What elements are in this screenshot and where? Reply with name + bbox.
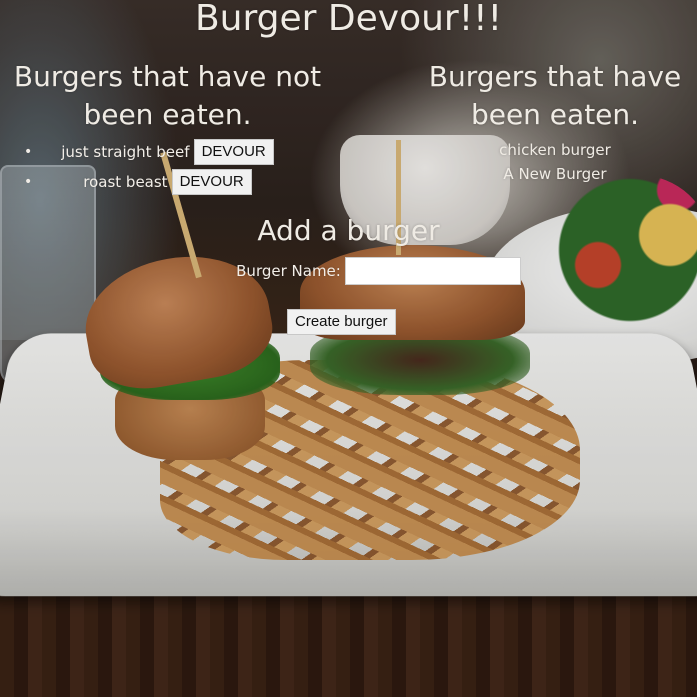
uneaten-heading: Burgers that have not been eaten.: [13, 60, 322, 131]
eaten-heading: Burgers that have been eaten.: [428, 60, 682, 131]
list-item: chicken burger: [499, 141, 611, 159]
burger-name-row: Burger Name:: [0, 257, 697, 285]
create-burger-button[interactable]: Create burger: [287, 309, 396, 335]
burger-name-input[interactable]: [344, 257, 521, 285]
bullet-icon: •: [24, 144, 33, 160]
burger-name: roast beast: [83, 173, 168, 191]
eaten-list: chicken burger A New Burger: [410, 138, 697, 186]
app-title: Burger Devour!!!: [194, 0, 503, 39]
uneaten-section: Burgers that have not been eaten. • just…: [0, 58, 335, 195]
uneaten-list: • just straight beef DEVOUR • roast beas…: [0, 138, 335, 198]
devour-button[interactable]: DEVOUR: [171, 169, 252, 195]
devour-button[interactable]: DEVOUR: [193, 139, 274, 165]
add-burger-heading: Add a burger: [257, 214, 440, 247]
burger-name: just straight beef: [61, 143, 190, 161]
add-burger-form: Add a burger Burger Name: Create burger: [0, 213, 697, 335]
list-item: A New Burger: [503, 165, 607, 183]
bullet-icon: •: [24, 174, 33, 190]
app-root: Burger Devour!!! Burgers that have not b…: [0, 0, 697, 697]
list-item: • roast beast DEVOUR: [0, 168, 335, 196]
burger-name-label: Burger Name:: [236, 262, 341, 280]
eaten-section: Burgers that have been eaten. chicken bu…: [410, 58, 697, 183]
list-item: • just straight beef DEVOUR: [0, 138, 335, 166]
